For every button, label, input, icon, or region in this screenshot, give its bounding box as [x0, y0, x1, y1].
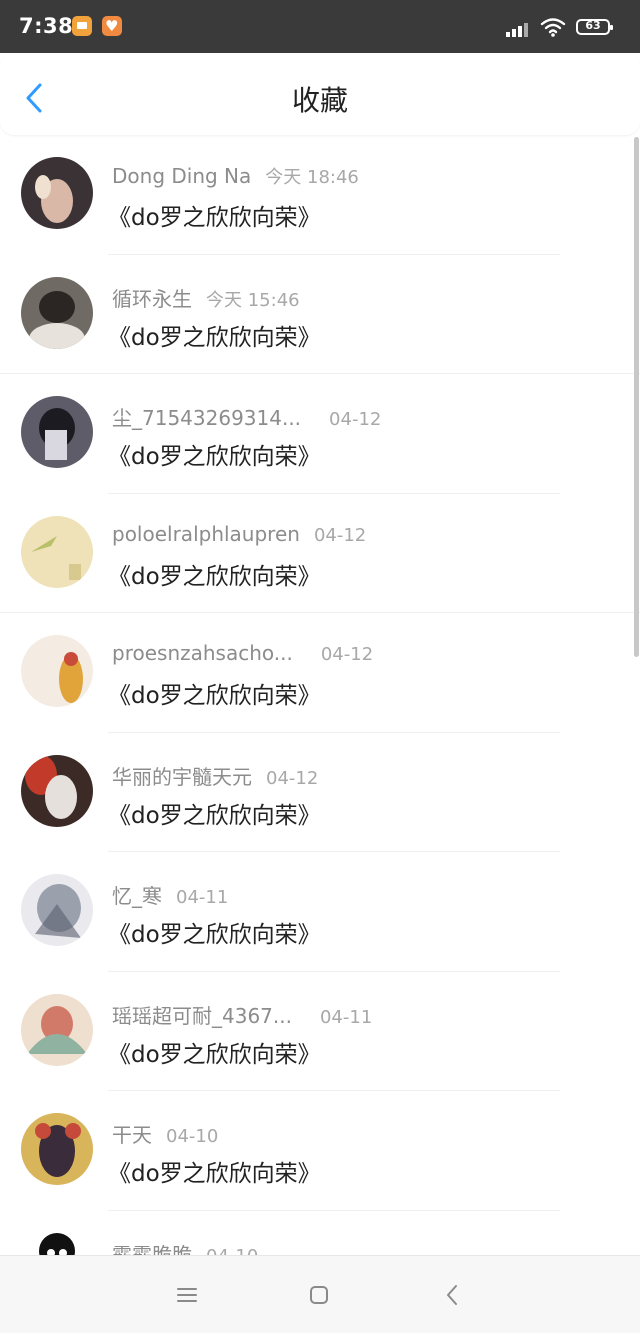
meta-row: 循环永生 今天 15:46: [112, 283, 300, 312]
item-content[interactable]: 《do罗之欣欣向荣》: [108, 557, 321, 591]
status-bar: 7:38 63: [0, 0, 640, 53]
avatar[interactable]: [21, 874, 93, 946]
meta-row: proesnzahsacho... 04-12: [112, 641, 373, 665]
item-content[interactable]: 《do罗之欣欣向荣》: [108, 198, 321, 232]
timestamp: 04-12: [266, 767, 319, 789]
meta-row: 尘_71543269314... 04-12: [112, 402, 381, 431]
item-content[interactable]: 《do罗之欣欣向荣》: [108, 796, 321, 830]
timestamp: 今天 15:46: [206, 289, 300, 311]
system-nav-bar: [0, 1255, 640, 1333]
list-item[interactable]: poloelralphlaupren 04-12 《do罗之欣欣向荣》: [0, 494, 640, 613]
home-icon[interactable]: [306, 1282, 332, 1308]
list-item[interactable]: 尘_71543269314... 04-12 《do罗之欣欣向荣》: [0, 374, 640, 494]
user-name[interactable]: 尘_71543269314...: [112, 406, 301, 430]
item-content[interactable]: 《do罗之欣欣向荣》: [108, 437, 321, 471]
avatar[interactable]: [21, 157, 93, 229]
list-item[interactable]: proesnzahsacho... 04-12 《do罗之欣欣向荣》: [0, 613, 640, 733]
timestamp: 04-11: [176, 887, 229, 908]
meta-row: 忆_寒 04-11: [112, 880, 228, 909]
list-item[interactable]: 循环永生 今天 15:46 《do罗之欣欣向荣》: [0, 255, 640, 374]
list-item[interactable]: 华丽的宇髓天元 04-12 《do罗之欣欣向荣》: [0, 733, 640, 852]
list-item[interactable]: 忆_寒 04-11 《do罗之欣欣向荣》: [0, 852, 640, 972]
avatar[interactable]: [21, 635, 93, 707]
user-name[interactable]: Dong Ding Na: [112, 164, 251, 188]
page-title: 收藏: [291, 84, 348, 117]
list-item[interactable]: Dong Ding Na 今天 18:46 《do罗之欣欣向荣》: [0, 135, 640, 255]
user-name[interactable]: 干天: [112, 1123, 152, 1147]
battery-icon: 63: [576, 19, 613, 35]
meta-row: 霰霰脆脆 04-10: [112, 1239, 258, 1256]
user-name[interactable]: 忆_寒: [112, 884, 162, 908]
timestamp: 04-10: [166, 1126, 219, 1147]
health-app-icon: [102, 16, 122, 36]
timestamp: 04-10: [206, 1246, 258, 1256]
wifi-icon: [540, 18, 566, 37]
item-content[interactable]: 《do罗之欣欣向荣》: [108, 1154, 321, 1188]
avatar[interactable]: [39, 1232, 75, 1255]
signal-icon: [506, 19, 532, 37]
user-name[interactable]: 华丽的宇髓天元: [112, 765, 252, 789]
list-item[interactable]: 瑶瑶超可耐_4367... 04-11 《do罗之欣欣向荣》: [0, 972, 640, 1091]
menu-icon[interactable]: [174, 1282, 200, 1308]
meta-row: Dong Ding Na 今天 18:46: [112, 163, 359, 189]
battery-level: 63: [585, 19, 601, 32]
header-bar: 收藏: [0, 53, 640, 135]
avatar[interactable]: [21, 276, 93, 349]
item-content[interactable]: 《do罗之欣欣向荣》: [108, 915, 321, 949]
timestamp: 今天 18:46: [265, 167, 359, 188]
timestamp: 04-12: [320, 644, 374, 665]
user-name[interactable]: 循环永生: [112, 287, 192, 311]
timestamp: 04-11: [319, 1006, 373, 1028]
status-time: 7:38: [19, 14, 74, 38]
item-content[interactable]: 《do罗之欣欣向荣》: [108, 318, 321, 352]
favorites-list[interactable]: Dong Ding Na 今天 18:46 《do罗之欣欣向荣》 循环永生 今天 1…: [0, 135, 640, 1255]
list-item[interactable]: 霰霰脆脆 04-10: [0, 1211, 640, 1256]
user-name[interactable]: 瑶瑶超可耐_4367...: [112, 1004, 292, 1028]
timestamp: 04-12: [329, 409, 382, 430]
user-name[interactable]: 霰霰脆脆: [112, 1243, 192, 1256]
user-name[interactable]: proesnzahsacho...: [112, 641, 293, 665]
message-app-icon: [72, 16, 92, 36]
avatar[interactable]: [21, 754, 93, 827]
avatar[interactable]: [21, 993, 93, 1066]
item-content[interactable]: 《do罗之欣欣向荣》: [108, 1035, 321, 1069]
meta-row: 华丽的宇髓天元 04-12: [112, 761, 318, 790]
avatar[interactable]: [21, 515, 93, 588]
timestamp: 04-12: [313, 524, 367, 546]
avatar[interactable]: [21, 1113, 93, 1185]
user-name[interactable]: poloelralphlaupren: [112, 522, 300, 546]
avatar[interactable]: [21, 396, 93, 468]
meta-row: 瑶瑶超可耐_4367... 04-11: [112, 1000, 372, 1029]
item-content[interactable]: 《do罗之欣欣向荣》: [108, 676, 321, 710]
meta-row: poloelralphlaupren 04-12: [112, 522, 366, 546]
meta-row: 干天 04-10: [112, 1119, 218, 1148]
scrollbar[interactable]: [634, 137, 639, 657]
back-icon[interactable]: [440, 1282, 466, 1308]
list-item[interactable]: 干天 04-10 《do罗之欣欣向荣》: [0, 1091, 640, 1211]
